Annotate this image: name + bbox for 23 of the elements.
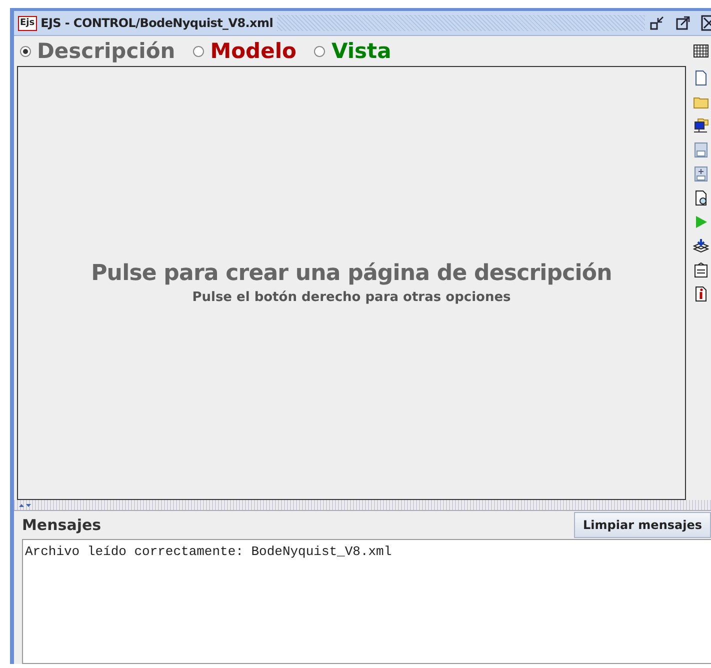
description-panel[interactable]: Pulse para crear una página de descripción Pulse el botón derecho para otras opciones <box>17 66 686 500</box>
stack-icon[interactable] <box>693 238 709 254</box>
minimize-icon[interactable] <box>649 15 665 31</box>
clear-messages-button[interactable]: Limpiar mensajes <box>574 512 711 538</box>
page-magnifier-icon[interactable] <box>693 190 709 206</box>
computer-icon[interactable] <box>693 118 709 134</box>
splitter-arrows-icon[interactable] <box>18 502 32 508</box>
info-icon[interactable] <box>693 286 709 302</box>
radio-tab[interactable]: Descripción <box>20 39 176 63</box>
radio-tab[interactable]: Modelo <box>193 39 296 63</box>
maximize-icon[interactable] <box>675 15 691 31</box>
save-icon[interactable] <box>693 142 709 158</box>
save-plus-icon[interactable] <box>693 166 709 182</box>
messages-title: Mensajes <box>22 516 102 534</box>
radio-tab[interactable]: Vista <box>314 39 392 63</box>
grid-icon[interactable] <box>693 44 709 58</box>
description-hint: Pulse el botón derecho para otras opciones <box>192 290 511 305</box>
new-page-icon[interactable] <box>693 70 709 86</box>
app-logo: Ejs <box>18 16 37 30</box>
description-title: Pulse para crear una página de descripción <box>91 261 612 286</box>
window-title: EJS - CONTROL/BodeNyquist_V8.xml <box>40 16 274 30</box>
message-line: Archivo leído correctamente: BodeNyquist_V8.xml <box>25 544 393 559</box>
clipboard-icon[interactable] <box>693 262 709 278</box>
